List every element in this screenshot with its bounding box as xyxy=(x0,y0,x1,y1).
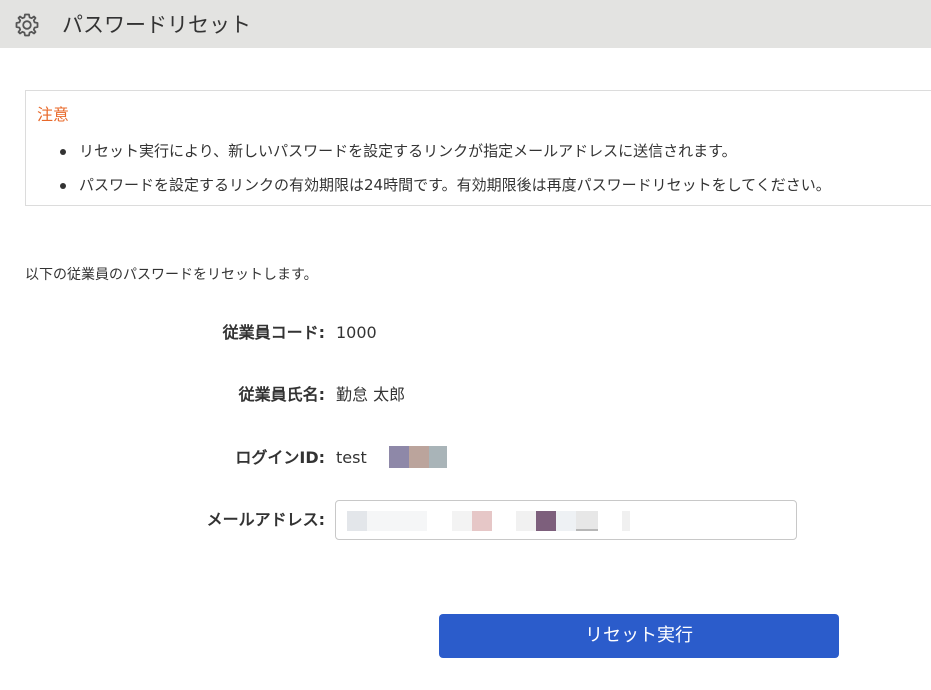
notice-item: パスワードを設定するリンクの有効期限は24時間です。有効期限後は再度パスワードリ… xyxy=(26,175,831,209)
notice-list: リセット実行により、新しいパスワードを設定するリンクが指定メールアドレスに送信さ… xyxy=(26,141,831,209)
notice-item-text: リセット実行により、新しいパスワードを設定するリンクが指定メールアドレスに送信さ… xyxy=(79,142,737,160)
redacted-login-id xyxy=(389,446,447,468)
intro-text: 以下の従業員のパスワードをリセットします。 xyxy=(25,267,318,283)
page-header: パスワードリセット xyxy=(0,0,931,48)
login-id-value: test xyxy=(336,448,367,467)
email-label: メールアドレス: xyxy=(206,510,325,529)
notice-title: 注意 xyxy=(37,105,70,124)
employee-name-label: 従業員氏名: xyxy=(238,385,325,404)
employee-code-row: 従業員コード: 1000 xyxy=(0,313,931,353)
reset-button[interactable]: リセット実行 xyxy=(439,614,839,658)
employee-code-value: 1000 xyxy=(336,323,377,342)
login-id-label: ログインID: xyxy=(235,448,325,467)
employee-name-row: 従業員氏名: 勤怠 太郎 xyxy=(0,375,931,415)
notice-item-text: パスワードを設定するリンクの有効期限は24時間です。有効期限後は再度パスワードリ… xyxy=(79,176,831,194)
employee-code-label: 従業員コード: xyxy=(222,323,325,342)
bullet-icon xyxy=(60,183,66,189)
employee-name-value: 勤怠 太郎 xyxy=(336,385,406,404)
page-title: パスワードリセット xyxy=(62,13,251,37)
email-input[interactable] xyxy=(335,500,797,540)
notice-box: 注意 リセット実行により、新しいパスワードを設定するリンクが指定メールアドレスに… xyxy=(25,90,931,206)
bullet-icon xyxy=(60,149,66,155)
login-id-row: ログインID: test xyxy=(0,438,931,478)
notice-item: リセット実行により、新しいパスワードを設定するリンクが指定メールアドレスに送信さ… xyxy=(26,141,831,175)
gear-icon xyxy=(15,13,39,37)
